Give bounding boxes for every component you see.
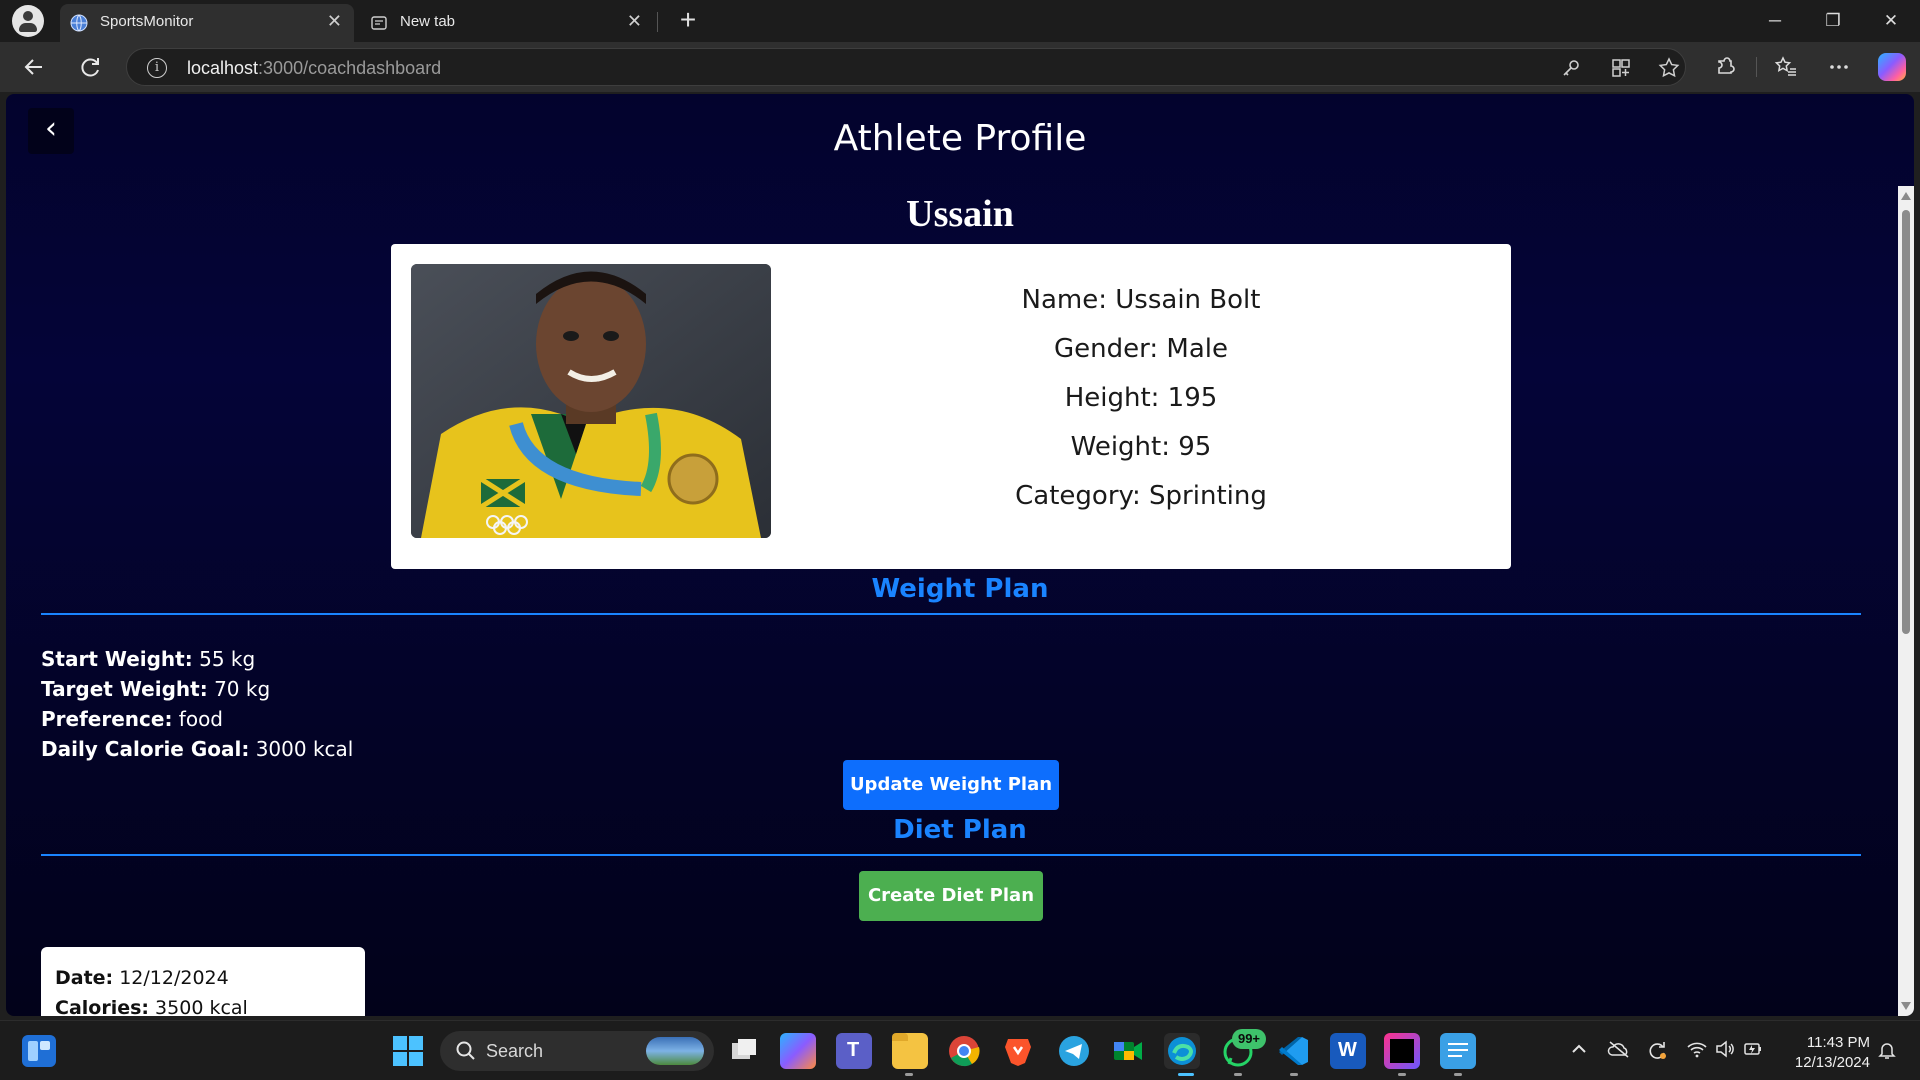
search-icon [454, 1039, 478, 1063]
athlete-name: Name: Ussain Bolt [1021, 285, 1261, 315]
athlete-height: Height: 195 [1064, 383, 1218, 413]
target-weight-row: Target Weight: 70 kg [41, 677, 271, 701]
copilot-icon[interactable] [780, 1033, 816, 1069]
back-icon[interactable] [18, 51, 50, 83]
teams-icon[interactable]: T [836, 1033, 872, 1069]
diet-date-row: Date: 12/12/2024 [55, 967, 229, 989]
url-text[interactable]: localhost:3000/coachdashboard [187, 58, 441, 79]
athlete-profile-card: Name: Ussain Bolt Gender: Male Height: 1… [391, 244, 1511, 569]
widgets-icon[interactable] [22, 1035, 56, 1067]
start-weight-row: Start Weight: 55 kg [41, 647, 256, 671]
restore-icon[interactable]: ❐ [1810, 6, 1856, 36]
chevron-up-icon[interactable] [1566, 1039, 1592, 1065]
star-icon[interactable] [1657, 56, 1681, 80]
new-tab-button[interactable]: + [672, 4, 704, 36]
address-bar[interactable]: i localhost:3000/coachdashboard [126, 48, 1686, 86]
info-icon[interactable]: i [147, 58, 167, 78]
chrome-icon[interactable] [946, 1033, 982, 1069]
word-icon[interactable]: W [1330, 1033, 1366, 1069]
toolbar-separator [1756, 57, 1757, 77]
notifications-icon[interactable] [1874, 1039, 1900, 1067]
onedrive-icon[interactable] [1606, 1039, 1632, 1065]
tab-title: New tab [400, 13, 456, 30]
tab-separator [657, 12, 658, 32]
athlete-photo [411, 264, 771, 538]
file-explorer-icon[interactable] [892, 1033, 928, 1069]
daily-calorie-goal-row: Daily Calorie Goal: 3000 kcal [41, 737, 354, 761]
windows-taskbar: Search T 99+ W 11:43 PM 12/13/2024 [0, 1020, 1920, 1080]
running-indicator [1454, 1073, 1462, 1076]
update-weight-plan-button[interactable]: Update Weight Plan [843, 760, 1059, 810]
clock-date: 12/13/2024 [1794, 1054, 1870, 1071]
close-window-icon[interactable]: ✕ [1868, 6, 1914, 36]
copilot-icon[interactable] [1878, 53, 1906, 81]
tab-title: SportsMonitor [100, 13, 194, 30]
brave-icon[interactable] [1000, 1033, 1036, 1069]
jetbrains-icon[interactable] [1384, 1033, 1420, 1069]
new-tab-page-icon [371, 16, 387, 30]
athlete-details: Name: Ussain Bolt Gender: Male Height: 1… [811, 276, 1471, 521]
notepad-icon[interactable] [1440, 1033, 1476, 1069]
more-icon[interactable] [1824, 52, 1854, 82]
system-clock[interactable]: 11:43 PM 12/13/2024 [1780, 1033, 1870, 1073]
task-view-icon[interactable] [726, 1033, 762, 1069]
weight-plan-divider [41, 613, 1861, 615]
create-diet-plan-button[interactable]: Create Diet Plan [859, 871, 1043, 921]
close-tab-icon[interactable]: ✕ [627, 12, 642, 30]
diet-plan-card[interactable]: Date: 12/12/2024 Calories: 3500 kcal [41, 947, 365, 1016]
sync-icon[interactable] [1644, 1039, 1670, 1067]
weight-plan-details: Start Weight: 55 kg Target Weight: 70 kg… [41, 644, 353, 764]
apps-icon[interactable] [1609, 56, 1633, 80]
meet-icon[interactable] [1110, 1033, 1146, 1069]
extensions-icon[interactable] [1710, 52, 1740, 82]
start-icon[interactable] [390, 1033, 426, 1069]
scrollbar-thumb[interactable] [1902, 210, 1910, 634]
tab-sportsmonitor[interactable]: SportsMonitor ✕ [60, 4, 354, 42]
clock-time: 11:43 PM [1806, 1034, 1870, 1051]
wifi-icon[interactable] [1684, 1039, 1710, 1065]
scroll-up-icon[interactable] [1901, 192, 1911, 200]
battery-icon[interactable] [1740, 1039, 1766, 1065]
tab-new-tab[interactable]: New tab ✕ [360, 4, 654, 42]
athlete-weight: Weight: 95 [1070, 432, 1212, 462]
athlete-category: Category: Sprinting [1015, 481, 1267, 511]
page-title: Athlete Profile [833, 118, 1087, 159]
volume-icon[interactable] [1712, 1039, 1738, 1065]
close-tab-icon[interactable]: ✕ [327, 12, 342, 30]
minimize-icon[interactable]: ─ [1752, 6, 1798, 36]
running-indicator [1290, 1073, 1298, 1076]
refresh-icon[interactable] [74, 51, 106, 83]
page-viewport: ‹ Athlete Profile Ussain Name: Ussain Bo… [6, 94, 1914, 1016]
diet-plan-heading: Diet Plan [893, 815, 1027, 845]
vscode-icon[interactable] [1276, 1033, 1312, 1069]
whatsapp-badge: 99+ [1232, 1029, 1266, 1049]
athlete-first-name: Ussain [906, 193, 1014, 235]
key-icon[interactable] [1559, 56, 1583, 80]
athlete-gender: Gender: Male [1054, 334, 1228, 364]
globe-icon [70, 14, 88, 32]
running-indicator [905, 1073, 913, 1076]
scroll-down-icon[interactable] [1901, 1002, 1911, 1010]
weight-plan-heading: Weight Plan [871, 574, 1049, 604]
active-indicator [1178, 1073, 1194, 1076]
edge-icon[interactable] [1164, 1033, 1200, 1069]
preference-row: Preference: food [41, 707, 224, 731]
diet-calories-row: Calories: 3500 kcal [55, 997, 248, 1016]
search-highlight-image [646, 1037, 704, 1065]
taskbar-search[interactable]: Search [440, 1031, 714, 1071]
telegram-icon[interactable] [1056, 1033, 1092, 1069]
browser-toolbar: i localhost:3000/coachdashboard [0, 42, 1920, 92]
page-scrollbar[interactable] [1898, 186, 1914, 1016]
favorites-icon[interactable] [1770, 52, 1800, 82]
profile-avatar-icon[interactable] [12, 5, 44, 37]
search-label: Search [486, 1041, 544, 1061]
running-indicator [1234, 1073, 1242, 1076]
tab-bar: SportsMonitor ✕ New tab ✕ + ─ ❐ ✕ [0, 0, 1920, 42]
running-indicator [1398, 1073, 1406, 1076]
diet-plan-divider [41, 854, 1861, 856]
